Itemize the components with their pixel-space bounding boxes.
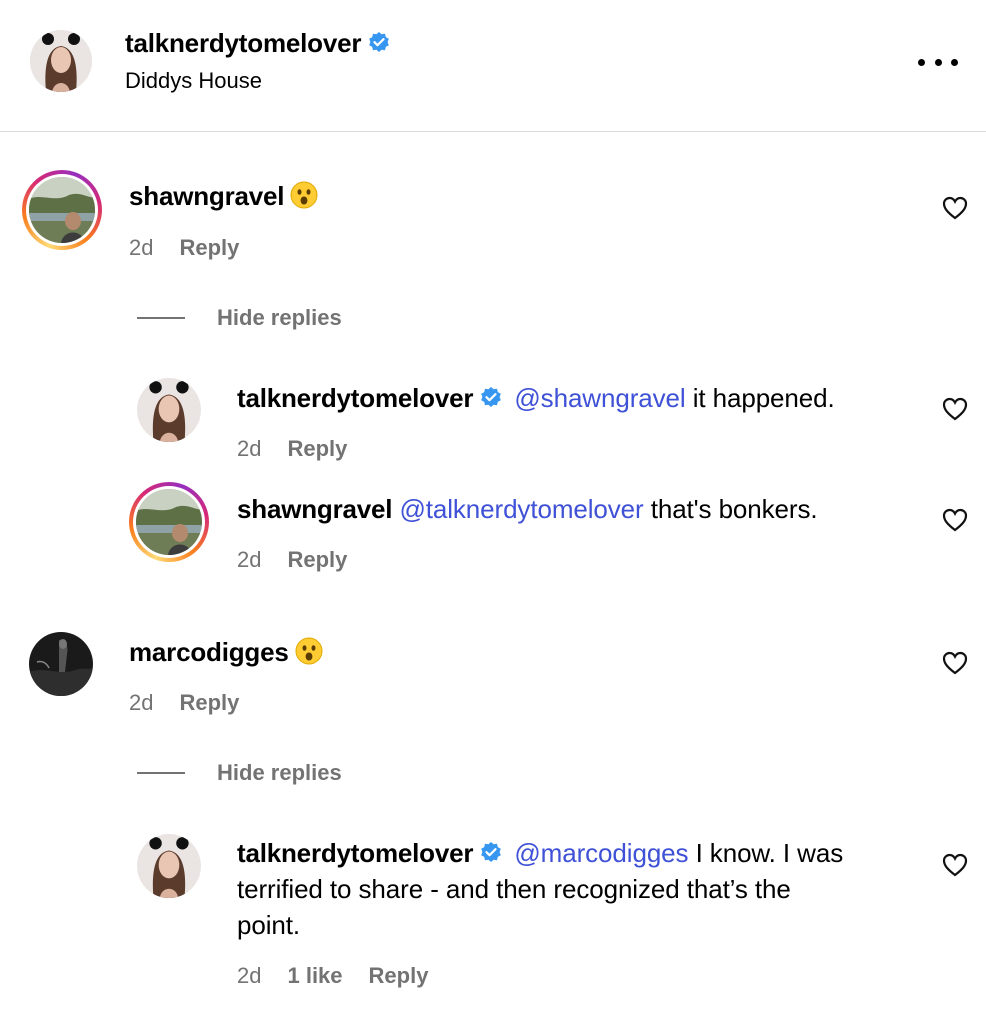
astonished-face-emoji — [295, 637, 323, 674]
more-options-icon[interactable] — [918, 52, 958, 72]
reply-text: shawngravel @talknerdytomelover that's b… — [237, 491, 818, 527]
reply-avatar-image — [136, 489, 202, 555]
reply-meta: 2d 1 like Reply — [237, 963, 428, 989]
reply-time: 2d — [237, 436, 262, 461]
reply-mention-link[interactable]: @marcodigges — [514, 838, 688, 868]
heart-icon[interactable] — [942, 196, 968, 220]
reply-button[interactable]: Reply — [179, 235, 239, 261]
post-location[interactable]: Diddys House — [125, 68, 262, 94]
reply-mention-link[interactable]: @talknerdytomelover — [399, 494, 643, 524]
comment-meta: 2d Reply — [129, 235, 239, 261]
reply-time: 2d — [237, 547, 262, 572]
post-author-username[interactable]: talknerdytomelover — [125, 28, 395, 59]
verified-icon — [481, 387, 502, 407]
hide-replies-label: Hide replies — [217, 760, 342, 785]
comment-time: 2d — [129, 690, 154, 715]
reply-text: talknerdytomelover @marcodigges I know. … — [237, 835, 917, 943]
reply-button[interactable]: Reply — [287, 436, 347, 462]
reply-avatar[interactable] — [137, 834, 201, 898]
reply-likes-count[interactable]: 1 like — [287, 963, 342, 989]
comment-text: marcodigges — [129, 634, 323, 674]
header-divider — [0, 131, 986, 132]
verified-icon — [481, 842, 502, 862]
post-header: talknerdytomelover Diddys House — [0, 0, 986, 132]
reply-button[interactable]: Reply — [287, 547, 347, 573]
reply-body-line-3: point. — [237, 910, 301, 940]
hide-replies-line — [137, 317, 185, 319]
hide-replies-button[interactable]: Hide replies — [137, 305, 342, 331]
commenter-avatar-image — [29, 177, 95, 243]
reply-button[interactable]: Reply — [179, 690, 239, 716]
reply-username[interactable]: shawngravel — [237, 494, 393, 524]
reply-body: it happened. — [692, 383, 835, 413]
reply-button[interactable]: Reply — [369, 963, 429, 989]
comment-username[interactable]: shawngravel — [129, 181, 285, 211]
commenter-avatar[interactable] — [22, 170, 102, 250]
heart-icon[interactable] — [942, 651, 968, 675]
reply-avatar[interactable] — [129, 482, 209, 562]
reply-body-line-2: terrified to share - and then recognized… — [237, 874, 791, 904]
reply-avatar-image — [137, 378, 201, 442]
commenter-avatar-image — [29, 632, 93, 696]
author-avatar-image — [30, 30, 92, 92]
reply-body-line-1: I know. I was — [695, 838, 844, 868]
reply-meta: 2d Reply — [237, 436, 347, 462]
reply-mention-link[interactable]: @shawngravel — [514, 383, 685, 413]
reply-username[interactable]: talknerdytomelover — [237, 383, 473, 413]
heart-icon[interactable] — [942, 397, 968, 421]
author-avatar[interactable] — [30, 30, 92, 92]
hide-replies-line — [137, 772, 185, 774]
reply-time: 2d — [237, 963, 262, 988]
reply-username[interactable]: talknerdytomelover — [237, 838, 473, 868]
comment-username[interactable]: marcodigges — [129, 637, 289, 667]
comment-time: 2d — [129, 235, 154, 260]
heart-icon[interactable] — [942, 508, 968, 532]
comment-meta: 2d Reply — [129, 690, 239, 716]
reply-avatar[interactable] — [137, 378, 201, 442]
reply-text: talknerdytomelover @shawngravel it happe… — [237, 380, 835, 416]
hide-replies-label: Hide replies — [217, 305, 342, 330]
commenter-avatar[interactable] — [29, 632, 93, 696]
hide-replies-button[interactable]: Hide replies — [137, 760, 342, 786]
heart-icon[interactable] — [942, 853, 968, 877]
post-author-name[interactable]: talknerdytomelover — [125, 28, 361, 58]
astonished-face-emoji — [290, 181, 318, 218]
reply-line-1: talknerdytomelover @marcodigges I know. … — [237, 835, 917, 871]
comment-text: shawngravel — [129, 178, 318, 218]
verified-icon — [369, 32, 390, 52]
reply-meta: 2d Reply — [237, 547, 347, 573]
reply-body: that's bonkers. — [650, 494, 818, 524]
reply-avatar-image — [137, 834, 201, 898]
